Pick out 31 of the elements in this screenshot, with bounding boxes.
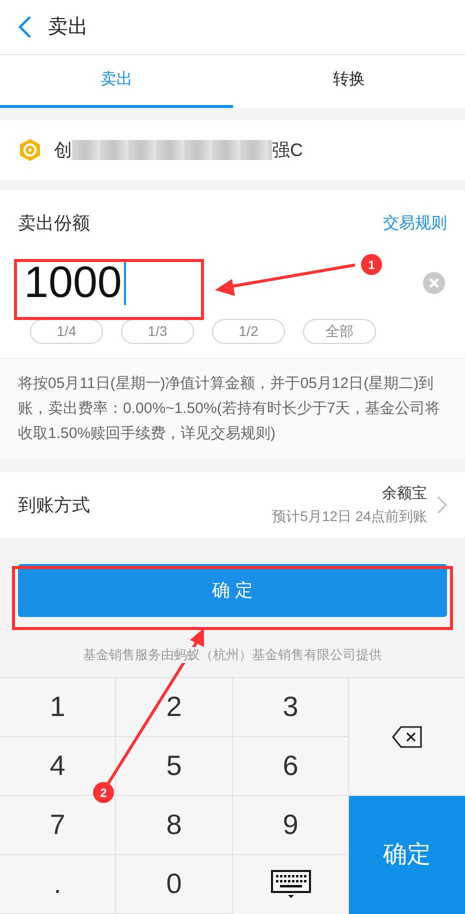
fund-name-start: 创 bbox=[54, 138, 72, 162]
quick-amount-button[interactable]: 全部 bbox=[303, 319, 376, 344]
amount-input-field[interactable]: 1000 bbox=[18, 261, 126, 305]
keypad-key[interactable]: 9 bbox=[233, 796, 349, 855]
quick-amount-button[interactable]: 1/3 bbox=[121, 319, 194, 344]
keyboard-icon bbox=[270, 870, 310, 900]
keypad-key[interactable]: 7 bbox=[0, 796, 116, 855]
arrival-label: 到账方式 bbox=[18, 494, 90, 516]
back-icon[interactable] bbox=[18, 15, 32, 39]
keypad-key[interactable]: 1 bbox=[0, 678, 116, 737]
quick-amount-button[interactable]: 1/2 bbox=[212, 319, 285, 344]
fund-logo-icon bbox=[18, 138, 42, 162]
text-cursor bbox=[124, 261, 126, 305]
quick-amount-button[interactable]: 1/4 bbox=[30, 319, 103, 344]
arrival-eta: 预计5月12日 24点前到账 bbox=[272, 506, 427, 526]
keypad-key[interactable]: 2 bbox=[116, 678, 233, 737]
keypad-key[interactable]: . bbox=[0, 855, 116, 914]
keypad-key[interactable]: 3 bbox=[233, 678, 349, 737]
keypad-key[interactable]: 6 bbox=[233, 737, 349, 796]
fee-note: 将按05月11日(星期一)净值计算金额，并于05月12日(星期二)到账，卖出费率：0.00%~1.50%(若持有时长少于7天，基金公司将收取1.50%赎回手续费，详见交易规则) bbox=[0, 358, 465, 458]
clear-icon[interactable] bbox=[423, 272, 445, 294]
amount-label: 卖出份额 bbox=[18, 212, 90, 235]
chevron-right-icon[interactable] bbox=[437, 496, 447, 514]
fund-name-end: 强C bbox=[272, 138, 303, 162]
backspace-icon bbox=[392, 726, 422, 748]
keypad-key[interactable]: 0 bbox=[116, 855, 233, 914]
keypad-key[interactable]: 8 bbox=[116, 796, 233, 855]
page-title: 卖出 bbox=[48, 15, 88, 40]
keypad-key[interactable]: 5 bbox=[116, 737, 233, 796]
arrival-method: 余额宝 bbox=[382, 484, 427, 504]
tab[interactable]: 转换 bbox=[232, 55, 465, 108]
